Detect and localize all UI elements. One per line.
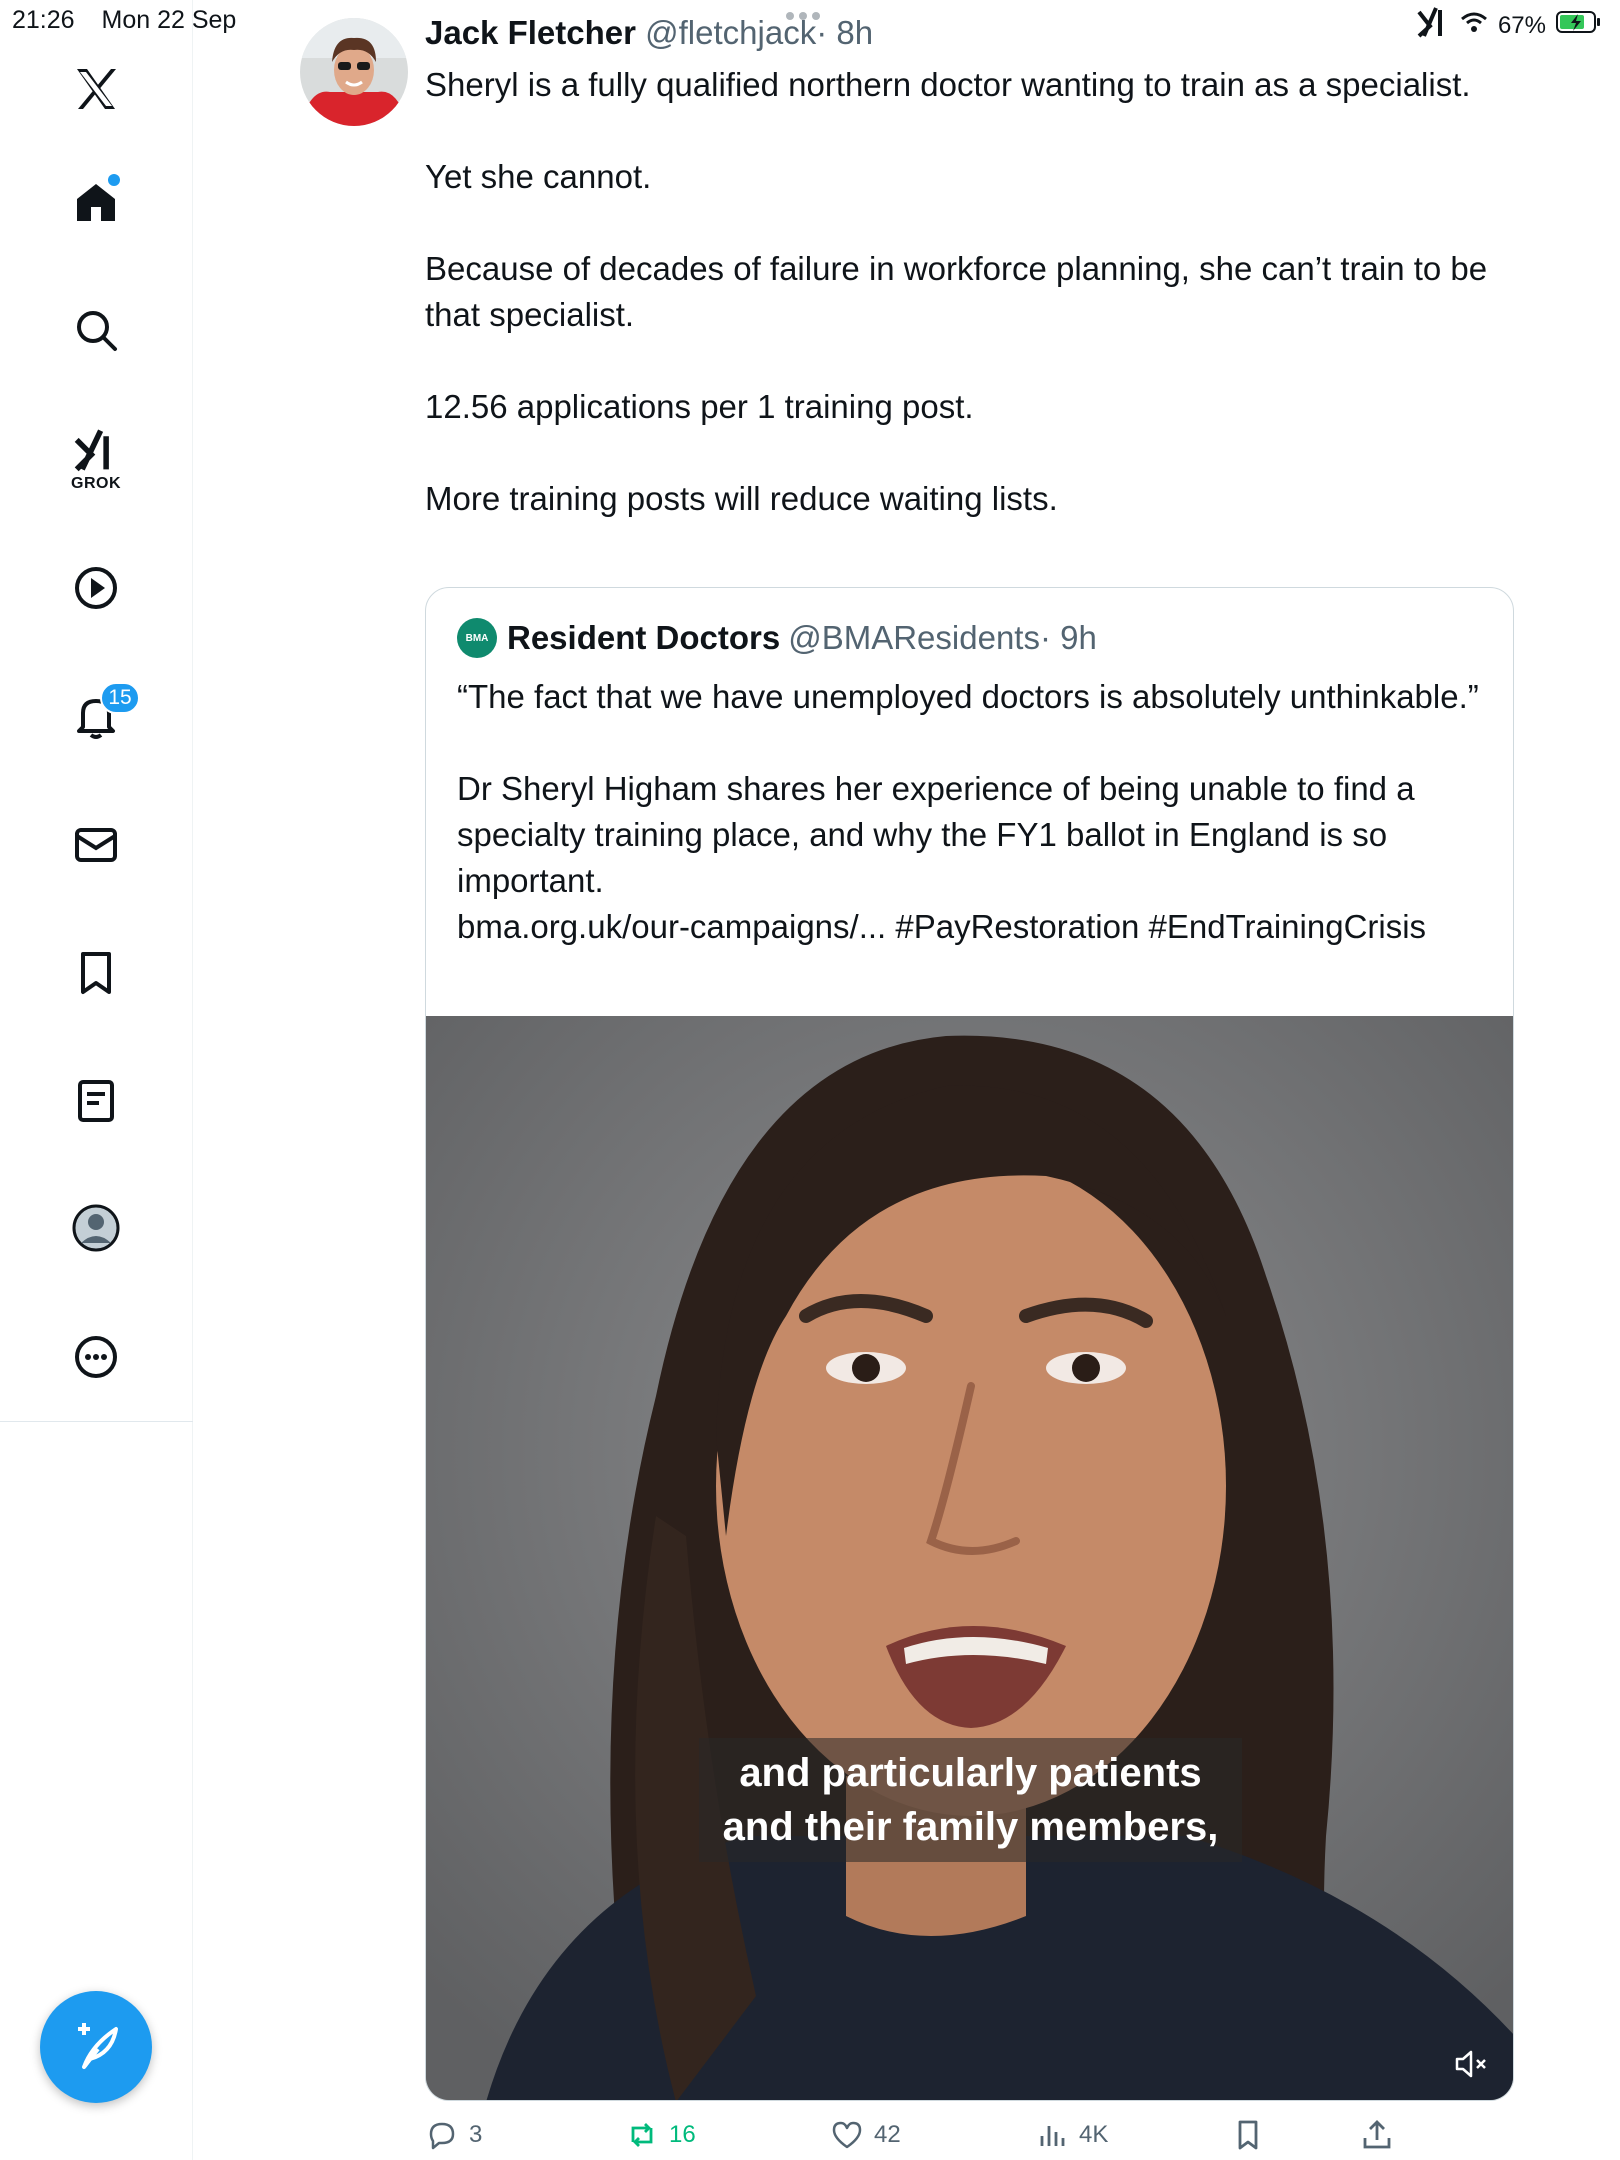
tweet-actions: 3 16 42 4K: [425, 2118, 1425, 2158]
grok-status-icon: [1416, 6, 1450, 45]
quoted-author-name[interactable]: Resident Doctors: [507, 619, 780, 657]
reply-icon: [429, 2122, 455, 2150]
quoted-author-handle[interactable]: @BMAResidents: [788, 619, 1040, 657]
tweet-paragraph: Yet she cannot.: [425, 158, 652, 195]
repost-icon: [631, 2123, 653, 2147]
quoted-tweet-card[interactable]: BMA Resident Doctors @BMAResidents · 9h “…: [425, 587, 1514, 2101]
repost-count: 16: [669, 2121, 696, 2148]
author-avatar[interactable]: [300, 18, 408, 126]
home-unread-dot: [108, 174, 120, 186]
sidebar-item-profile[interactable]: [62, 1194, 130, 1262]
reply-button[interactable]: 3: [425, 2118, 482, 2152]
views-button[interactable]: 4K: [1035, 2118, 1108, 2152]
repost-button[interactable]: 16: [625, 2118, 696, 2152]
compose-icon: [78, 2023, 118, 2069]
video-frame: [426, 1016, 1513, 2100]
author-handle[interactable]: @fletchjack: [645, 14, 816, 51]
bookmark-button[interactable]: [1231, 2118, 1265, 2152]
play-icon: [75, 567, 117, 609]
quoted-paragraph: Dr Sheryl Higham shares her experience o…: [457, 770, 1415, 899]
quoted-tweet-text: “The fact that we have unemployed doctor…: [457, 674, 1497, 950]
profile-icon: [72, 1204, 120, 1252]
sidebar-item-notifications[interactable]: 15: [62, 682, 140, 750]
tweet-header: Jack Fletcher @fletchjack· 8h: [425, 14, 873, 52]
mail-icon: [75, 828, 117, 862]
caption-line: and their family members,: [722, 1805, 1219, 1849]
views-count: 4K: [1079, 2121, 1109, 2148]
battery-charging-icon: [1556, 10, 1602, 41]
video-player[interactable]: and particularly patients and their fami…: [426, 1016, 1513, 2100]
muted-speaker-icon: [1455, 2050, 1486, 2078]
mute-toggle-button[interactable]: [1451, 2044, 1491, 2084]
list-icon: [78, 1080, 114, 1122]
bookmark-icon: [1238, 2120, 1258, 2150]
sidebar-item-lists[interactable]: [62, 1067, 130, 1135]
share-icon: [1363, 2120, 1391, 2149]
notification-badge: 15: [100, 682, 140, 714]
wifi-icon: [1460, 11, 1488, 40]
tweet-paragraph: 12.56 applications per 1 training post.: [425, 388, 974, 425]
tweet-paragraph: More training posts will reduce waiting …: [425, 480, 1058, 517]
bookmark-icon: [81, 952, 111, 994]
compose-button[interactable]: [40, 1991, 152, 2103]
sidebar-item-messages[interactable]: [62, 811, 130, 879]
x-logo-icon[interactable]: [62, 55, 130, 123]
quoted-paragraph: “The fact that we have unemployed doctor…: [457, 678, 1479, 715]
tweet-text: Sheryl is a fully qualified northern doc…: [425, 62, 1525, 522]
sidebar-item-bookmarks[interactable]: [62, 939, 130, 1007]
sidebar-item-search[interactable]: [62, 296, 130, 364]
tweet-paragraph: Sheryl is a fully qualified northern doc…: [425, 66, 1471, 103]
tweet-time[interactable]: · 8h: [816, 14, 873, 51]
heart-icon: [832, 2121, 862, 2149]
more-icon: [75, 1336, 117, 1378]
like-count: 42: [874, 2121, 901, 2148]
search-icon: [77, 311, 117, 351]
sidebar-divider: [0, 1421, 193, 1422]
bma-logo-avatar[interactable]: BMA: [457, 618, 497, 658]
sidebar-item-more[interactable]: [62, 1323, 130, 1391]
quoted-links-hashtags[interactable]: bma.org.uk/our-campaigns/... #PayRestora…: [457, 904, 1497, 950]
author-name[interactable]: Jack Fletcher: [425, 14, 636, 51]
grok-icon: [74, 429, 109, 472]
battery-level: 67%: [1497, 11, 1546, 39]
video-caption: and particularly patients and their fami…: [426, 1738, 1513, 1862]
share-button[interactable]: [1360, 2118, 1394, 2152]
tweet-paragraph: Because of decades of failure in workfor…: [425, 250, 1488, 333]
sidebar-item-home[interactable]: [62, 168, 130, 236]
status-bar-right: 67%: [1416, 6, 1602, 45]
grok-label: GROK: [71, 475, 121, 492]
sidebar-item-video[interactable]: [62, 554, 130, 622]
quoted-tweet-time: · 9h: [1039, 619, 1097, 656]
reply-count: 3: [469, 2121, 483, 2148]
views-icon: [1040, 2126, 1065, 2146]
quoted-tweet-header: BMA Resident Doctors @BMAResidents · 9h: [457, 618, 1097, 658]
sidebar: GROK 15: [0, 0, 193, 2160]
like-button[interactable]: 42: [830, 2118, 901, 2152]
caption-line: and particularly patients: [739, 1751, 1202, 1795]
sidebar-item-grok[interactable]: GROK: [62, 420, 130, 500]
